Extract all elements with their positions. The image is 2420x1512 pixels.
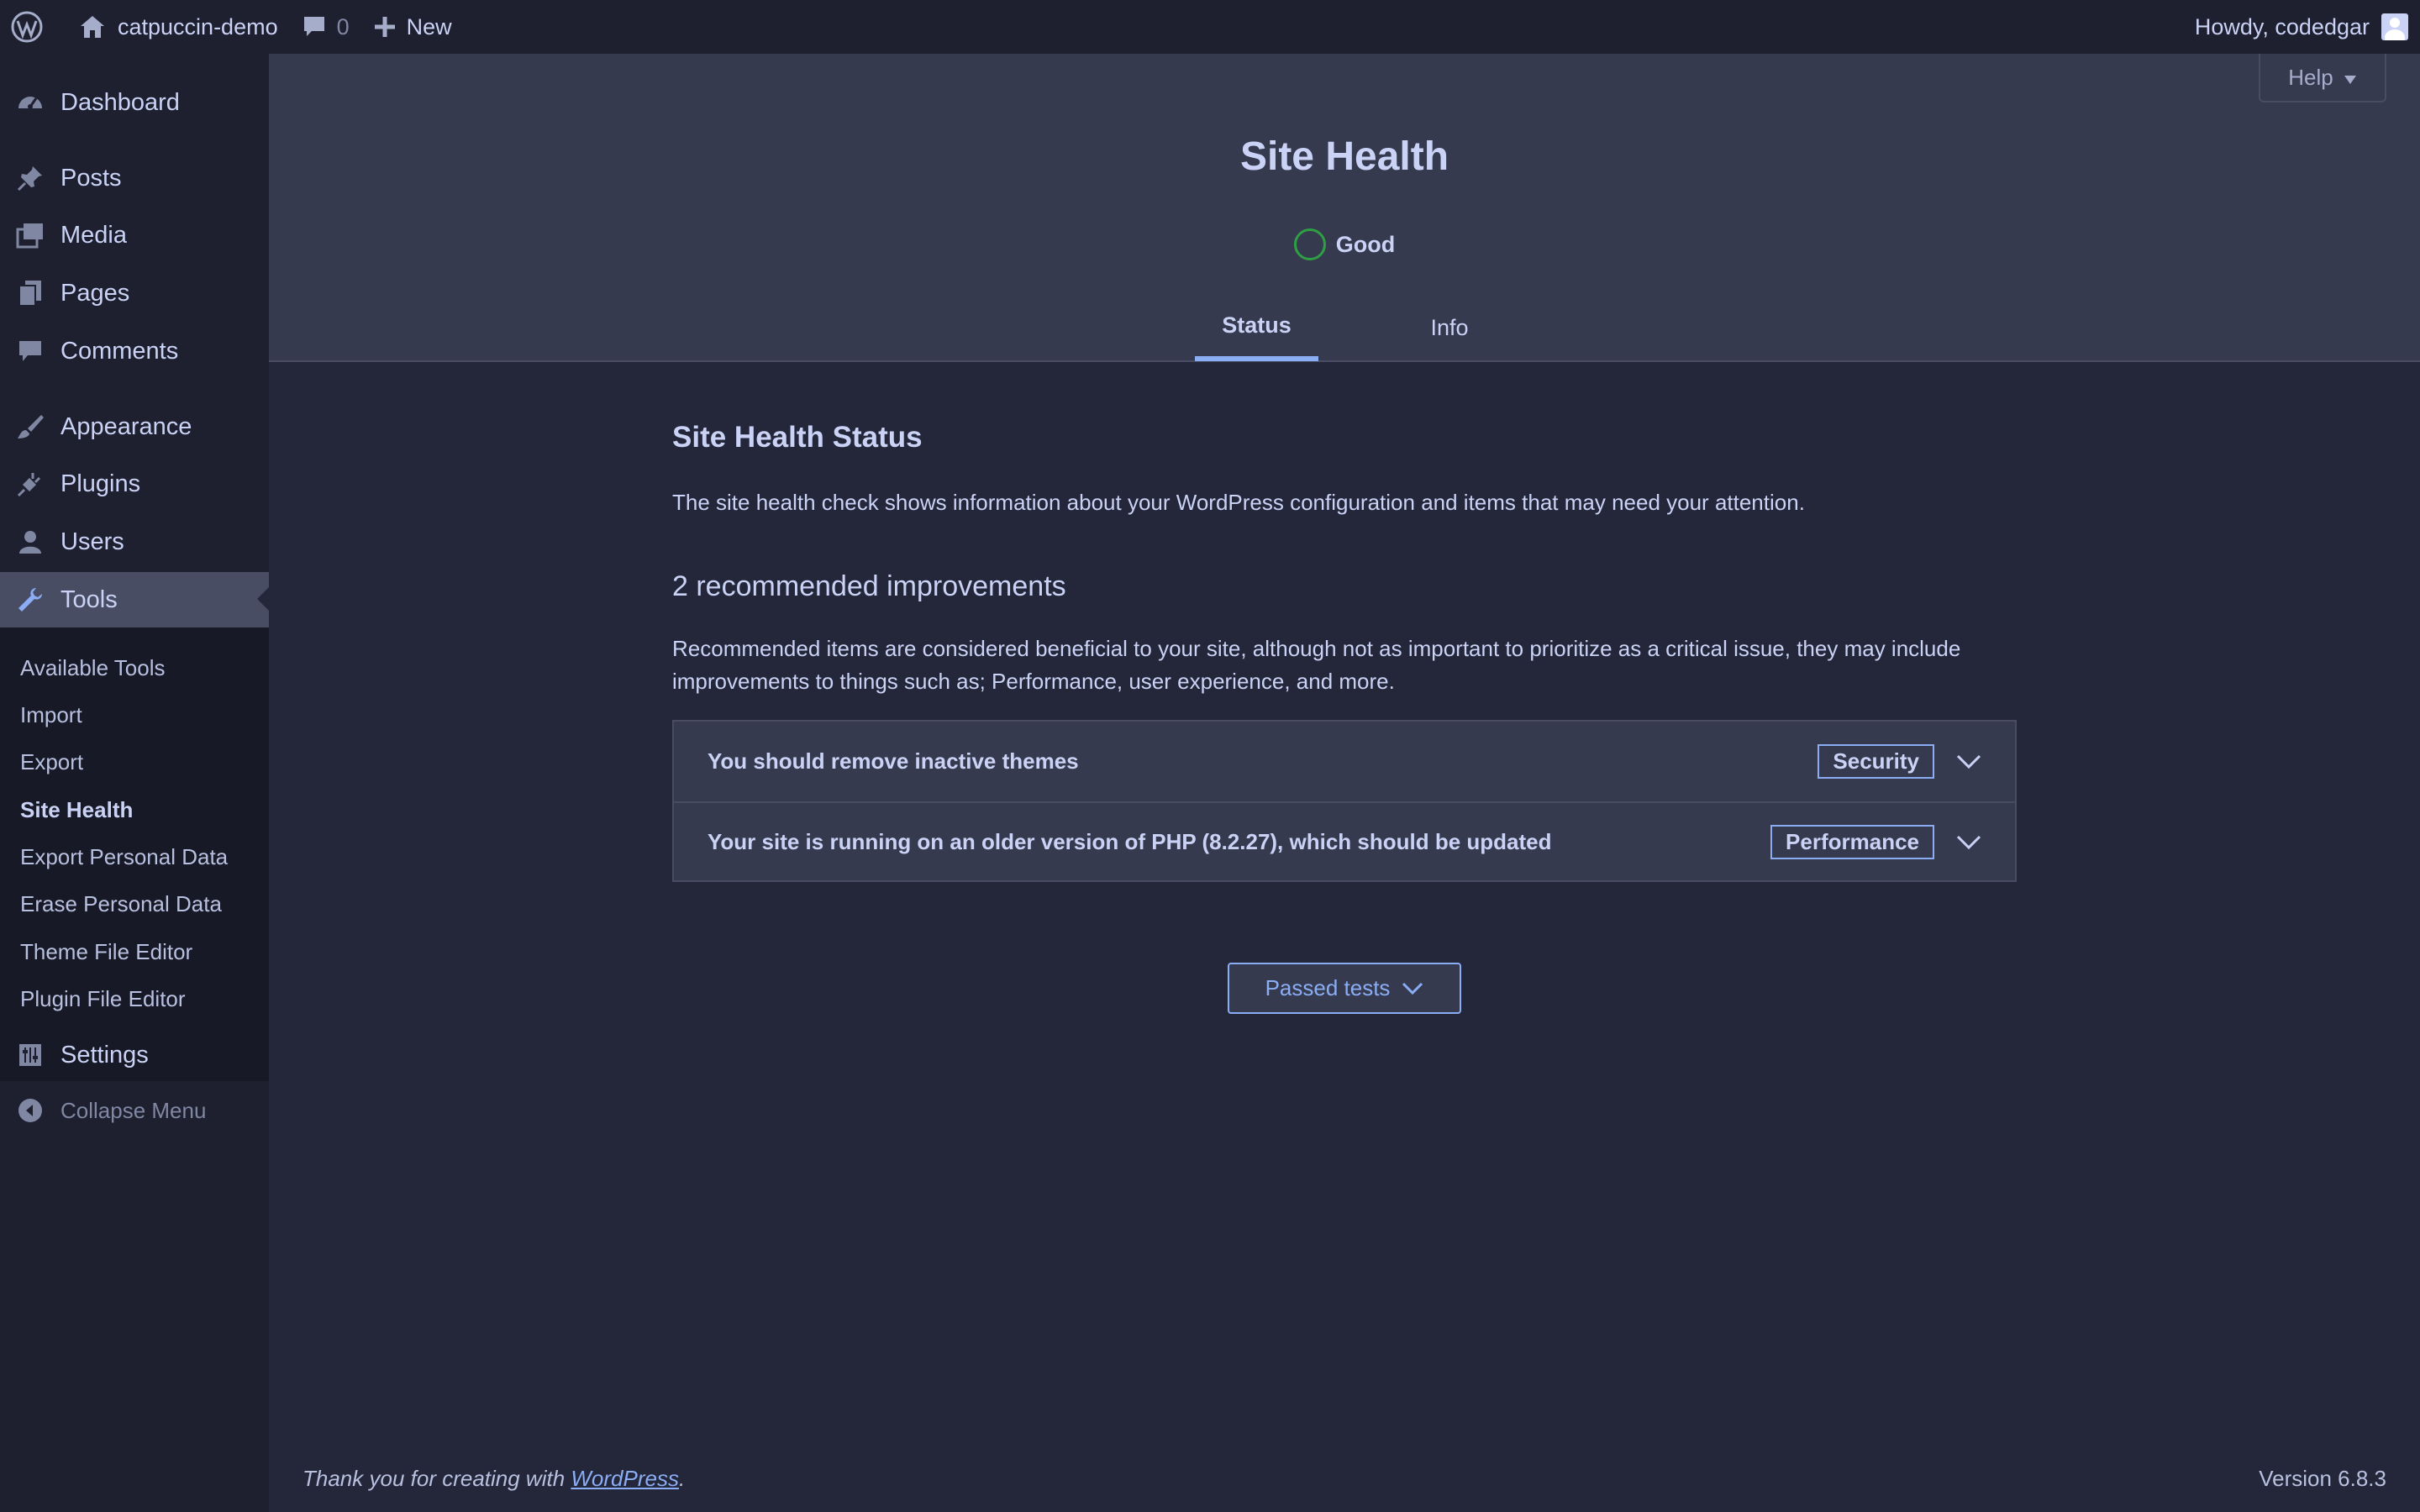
- admin-menu: Dashboard Posts Media Pages Comments App…: [0, 54, 269, 1512]
- issue-badge: Security: [1818, 744, 1934, 779]
- health-status: Good: [269, 228, 2420, 260]
- pages-icon: [0, 279, 60, 307]
- menu-media[interactable]: Media: [0, 208, 269, 262]
- submenu-available-tools[interactable]: Available Tools: [20, 655, 166, 681]
- issue-row[interactable]: You should remove inactive themes Securi…: [674, 722, 2015, 801]
- tab-status[interactable]: Status: [1195, 294, 1318, 361]
- menu-settings[interactable]: Settings: [0, 1028, 269, 1082]
- menu-label: Settings: [60, 1041, 149, 1068]
- tab-info[interactable]: Info: [1407, 294, 1491, 361]
- passed-tests-button[interactable]: Passed tests: [1228, 963, 1461, 1014]
- menu-label: Pages: [60, 279, 130, 307]
- improvements-description: Recommended items are considered benefic…: [672, 636, 1961, 694]
- comments-link[interactable]: 0: [290, 0, 361, 54]
- wrench-icon: [0, 585, 60, 614]
- submenu-plugin-file-editor[interactable]: Plugin File Editor: [20, 986, 186, 1012]
- menu-posts[interactable]: Posts: [0, 151, 269, 205]
- submenu-export[interactable]: Export: [20, 749, 83, 775]
- issue-title: Your site is running on an older version…: [708, 829, 1552, 854]
- wordpress-logo-icon[interactable]: [0, 0, 67, 54]
- menu-dashboard[interactable]: Dashboard: [0, 76, 269, 129]
- menu-label: Media: [60, 221, 127, 249]
- footer-thanks-text: Thank you for creating with: [302, 1466, 571, 1491]
- collapse-label: Collapse Menu: [60, 1097, 207, 1123]
- footer-thanks: Thank you for creating with WordPress.: [302, 1466, 685, 1492]
- wordpress-link[interactable]: WordPress: [571, 1466, 679, 1491]
- site-name: catpuccin-demo: [118, 13, 278, 39]
- menu-label: Plugins: [60, 470, 141, 497]
- new-label: New: [406, 13, 452, 39]
- intro-text: The site health check shows information …: [672, 490, 1805, 515]
- pin-icon: [0, 164, 60, 192]
- menu-plugins[interactable]: Plugins: [0, 457, 269, 511]
- footer-version: Version 6.8.3: [2259, 1466, 2386, 1491]
- status-progress-circle: [1293, 228, 1326, 260]
- menu-label: Users: [60, 528, 124, 555]
- plug-icon: [0, 470, 60, 498]
- tools-submenu: Available Tools Import Export Site Healt…: [0, 627, 269, 1081]
- submenu-theme-file-editor[interactable]: Theme File Editor: [20, 939, 192, 965]
- media-icon: [0, 221, 60, 249]
- site-name-link[interactable]: catpuccin-demo: [67, 0, 290, 54]
- submenu-import[interactable]: Import: [20, 702, 82, 728]
- page-title: Site Health: [1239, 134, 1449, 179]
- greeting: Howdy, codedgar: [2194, 13, 2370, 39]
- avatar: [2381, 13, 2408, 40]
- menu-pages[interactable]: Pages: [0, 266, 269, 320]
- help-label: Help: [2288, 64, 2333, 90]
- issue-badge: Performance: [1770, 825, 1934, 859]
- new-content-link[interactable]: New: [361, 0, 464, 54]
- menu-label: Comments: [60, 337, 179, 365]
- settings-icon: [0, 1042, 60, 1068]
- comment-icon: [0, 338, 60, 365]
- plus-icon: [373, 15, 397, 39]
- issues-list: You should remove inactive themes Securi…: [672, 720, 2017, 882]
- help-button[interactable]: Help: [2259, 54, 2386, 102]
- menu-users[interactable]: Users: [0, 515, 269, 569]
- section-heading: Site Health Status: [672, 421, 923, 454]
- passed-tests-label: Passed tests: [1265, 975, 1391, 1000]
- menu-appearance[interactable]: Appearance: [0, 400, 269, 454]
- chevron-down-icon: [1402, 975, 1423, 1001]
- comments-count: 0: [336, 13, 350, 39]
- site-health-header: Help Site Health Good Status Info: [269, 54, 2420, 362]
- chevron-down-icon[interactable]: [1956, 754, 2015, 769]
- submenu-export-personal-data[interactable]: Export Personal Data: [20, 844, 228, 870]
- menu-tools[interactable]: Tools: [0, 572, 269, 627]
- my-account[interactable]: Howdy, codedgar: [2195, 0, 2408, 54]
- home-icon: [79, 14, 106, 39]
- issue-title: You should remove inactive themes: [708, 748, 1079, 774]
- collapse-arrow-icon: [0, 1097, 60, 1124]
- user-icon: [0, 528, 60, 555]
- menu-label: Posts: [60, 164, 122, 192]
- menu-label: Dashboard: [60, 88, 180, 116]
- submenu-site-health[interactable]: Site Health: [20, 797, 133, 823]
- collapse-menu-button[interactable]: Collapse Menu: [0, 1084, 269, 1137]
- brush-icon: [0, 412, 60, 441]
- menu-label: Tools: [60, 585, 118, 613]
- status-label: Good: [1335, 231, 1396, 257]
- submenu-erase-personal-data[interactable]: Erase Personal Data: [20, 891, 222, 917]
- menu-comments[interactable]: Comments: [0, 324, 269, 378]
- comment-bubble-icon: [302, 14, 327, 39]
- improvements-heading: 2 recommended improvements: [672, 570, 1066, 602]
- dashboard-icon: [0, 88, 60, 117]
- footer-period: .: [678, 1466, 686, 1491]
- admin-bar: catpuccin-demo 0 New Howdy, codedgar: [0, 0, 2420, 54]
- triangle-down-icon: [2344, 65, 2357, 91]
- chevron-down-icon[interactable]: [1956, 835, 2015, 850]
- issue-row[interactable]: Your site is running on an older version…: [674, 801, 2015, 881]
- menu-label: Appearance: [60, 412, 192, 440]
